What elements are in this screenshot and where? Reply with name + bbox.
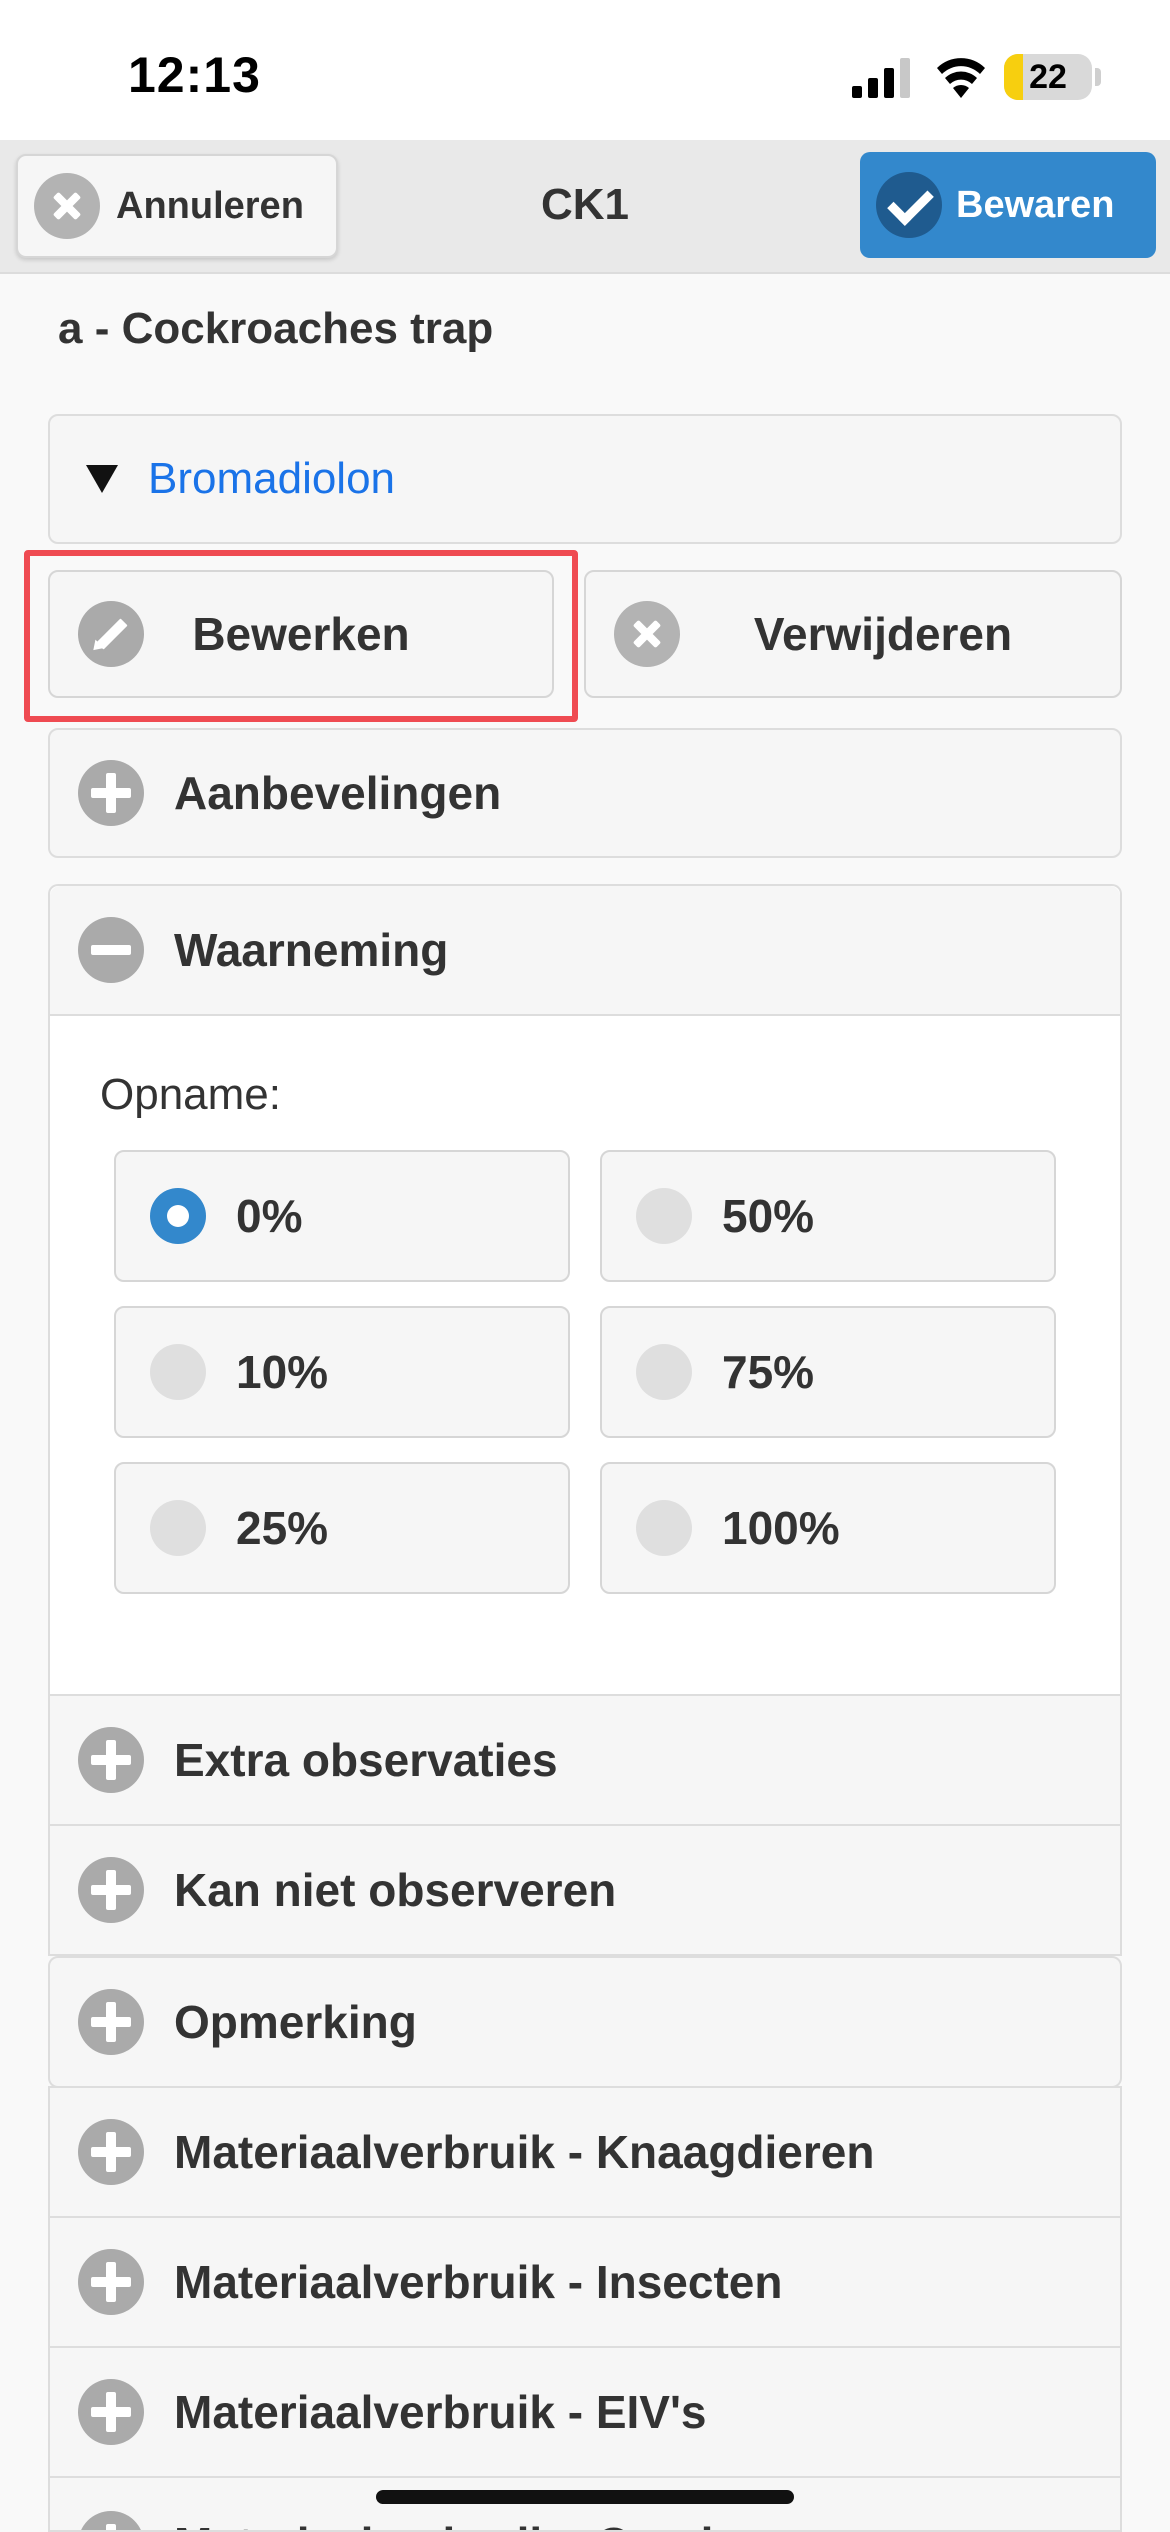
- plus-circle-icon: [78, 2249, 144, 2315]
- radio-option-label: 0%: [236, 1190, 303, 1242]
- opname-label: Opname:: [100, 1070, 281, 1119]
- radio-indicator: [150, 1344, 206, 1400]
- radio-option[interactable]: 25%: [114, 1462, 570, 1594]
- plus-circle-icon: [78, 2119, 144, 2185]
- section-label: Kan niet observeren: [174, 1864, 617, 1916]
- waarneming-label: Waarneming: [174, 924, 449, 976]
- radio-option-label: 100%: [722, 1502, 840, 1554]
- section-materiaal-insecten[interactable]: Materiaalverbruik - Insecten: [48, 2216, 1122, 2348]
- wifi-icon: [937, 58, 985, 98]
- status-time: 12:13: [128, 47, 261, 103]
- waarneming-panel: Waarneming Opname: 0% 50% 10% 75% 25% 10…: [48, 884, 1122, 1694]
- status-bar: 12:13 22: [0, 0, 1170, 140]
- section-label: Materiaalverbruik - Insecten: [174, 2256, 783, 2308]
- pencil-icon: [78, 601, 144, 667]
- radio-option[interactable]: 100%: [600, 1462, 1056, 1594]
- save-button-label: Bewaren: [956, 183, 1115, 226]
- save-button[interactable]: Bewaren: [860, 152, 1156, 258]
- radio-option[interactable]: 50%: [600, 1150, 1056, 1282]
- triangle-down-icon: [86, 465, 118, 493]
- radio-option[interactable]: 75%: [600, 1306, 1056, 1438]
- product-link[interactable]: Bromadiolon: [148, 454, 395, 504]
- plus-circle-icon: [78, 1727, 144, 1793]
- section-materiaal-eivs[interactable]: Materiaalverbruik - EIV's: [48, 2346, 1122, 2478]
- section-label: Materiaalverbruik - EIV's: [174, 2386, 707, 2438]
- radio-indicator: [636, 1344, 692, 1400]
- section-label: Materiaalverbruik - Knaagdieren: [174, 2126, 875, 2178]
- radio-indicator: [636, 1500, 692, 1556]
- delete-circle-icon: [614, 601, 680, 667]
- waarneming-header[interactable]: Waarneming: [50, 886, 1120, 1016]
- radio-option-selected[interactable]: 0%: [114, 1150, 570, 1282]
- battery-icon: 22: [1004, 54, 1092, 100]
- delete-button[interactable]: Verwijderen: [584, 570, 1122, 698]
- battery-percent: 22: [1029, 58, 1067, 96]
- product-collapsible[interactable]: Bromadiolon: [48, 414, 1122, 544]
- aanbevelingen-label: Aanbevelingen: [174, 767, 502, 819]
- plus-circle-icon: [78, 2511, 144, 2530]
- header-bar: Annuleren CK1 Bewaren: [0, 140, 1170, 274]
- plus-circle-icon: [78, 1857, 144, 1923]
- check-circle-icon: [876, 172, 942, 238]
- section-label: Extra observaties: [174, 1734, 558, 1786]
- radio-option-label: 50%: [722, 1190, 815, 1242]
- section-materiaal-overig[interactable]: Materiaalverbruik - Overig: [48, 2476, 1122, 2532]
- section-label: Opmerking: [174, 1996, 417, 2048]
- delete-button-label: Verwijderen: [753, 608, 1013, 660]
- home-indicator: [376, 2490, 794, 2504]
- aanbevelingen-collapsible[interactable]: Aanbevelingen: [48, 728, 1122, 858]
- section-kan-niet-observeren[interactable]: Kan niet observeren: [48, 1824, 1122, 1956]
- radio-option-label: 75%: [722, 1346, 815, 1398]
- plus-circle-icon: [78, 760, 144, 826]
- section-materiaal-knaagdieren[interactable]: Materiaalverbruik - Knaagdieren: [48, 2086, 1122, 2218]
- section-label: Materiaalverbruik - Overig: [174, 2517, 742, 2530]
- radio-indicator: [636, 1188, 692, 1244]
- battery-tip: [1095, 68, 1101, 86]
- section-opmerking[interactable]: Opmerking: [48, 1956, 1122, 2088]
- section-extra-observaties[interactable]: Extra observaties: [48, 1694, 1122, 1826]
- radio-indicator: [150, 1188, 206, 1244]
- radio-indicator: [150, 1500, 206, 1556]
- minus-circle-icon: [78, 917, 144, 983]
- radio-option[interactable]: 10%: [114, 1306, 570, 1438]
- plus-circle-icon: [78, 2379, 144, 2445]
- section-title: a - Cockroaches trap: [58, 304, 494, 353]
- radio-option-label: 25%: [236, 1502, 329, 1554]
- radio-option-label: 10%: [236, 1346, 329, 1398]
- cellular-signal-icon: [852, 58, 910, 98]
- plus-circle-icon: [78, 1989, 144, 2055]
